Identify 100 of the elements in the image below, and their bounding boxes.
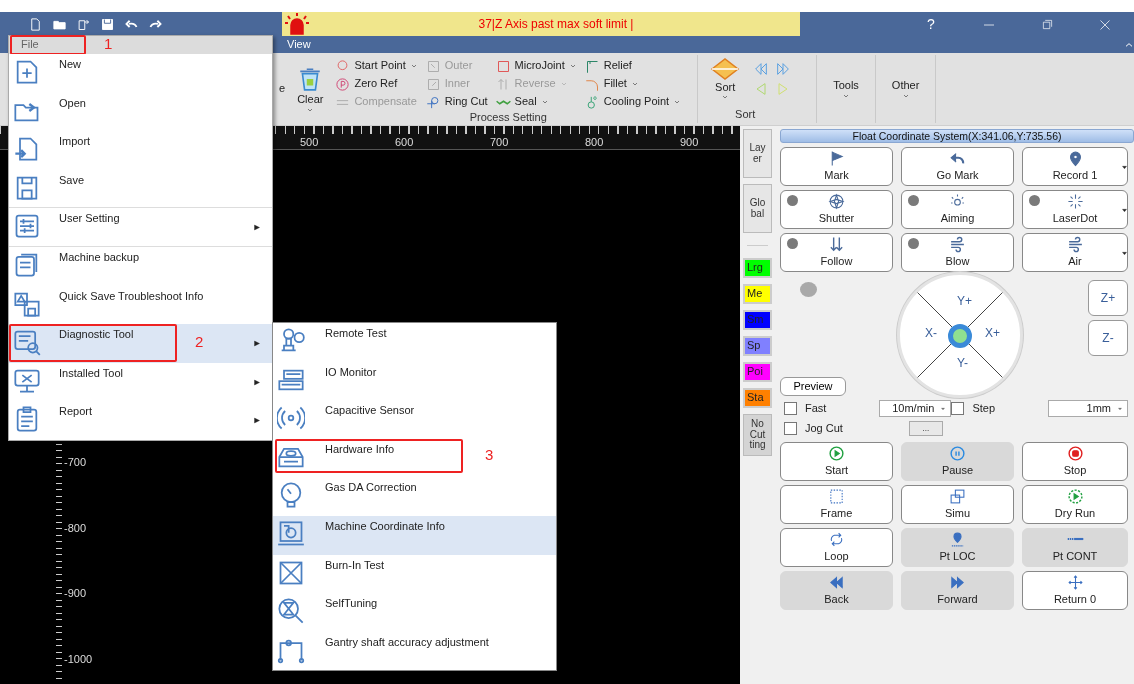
tool-button[interactable]: Ring Cut xyxy=(425,93,488,111)
return-arrow-icon xyxy=(949,150,966,167)
file-menu-tab[interactable]: File xyxy=(21,38,39,52)
control-button[interactable]: Go Mark xyxy=(901,147,1014,186)
diamond-icon xyxy=(710,57,741,81)
control-button[interactable]: Return 0 xyxy=(1022,571,1128,610)
other-button[interactable]: Other xyxy=(875,53,936,125)
tool-button[interactable]: Zero Ref xyxy=(335,75,418,93)
step-dropdown[interactable]: 1mm xyxy=(1048,400,1128,417)
speed-dropdown[interactable]: 10m/min xyxy=(879,400,952,417)
side-tab[interactable]: Global xyxy=(743,184,772,233)
jog-button[interactable]: X+ xyxy=(985,327,1000,339)
jog-button[interactable]: X- xyxy=(925,327,937,339)
caret-icon xyxy=(940,406,947,411)
dashed-square-icon xyxy=(828,488,845,505)
dashed-play-circle-icon xyxy=(1066,488,1084,505)
control-button[interactable]: Mark xyxy=(780,147,893,186)
cutting-status: No Cutting xyxy=(743,414,772,456)
ribbon-label: e xyxy=(279,82,286,96)
control-button[interactable]: Aiming xyxy=(901,190,1014,229)
preview-button[interactable]: Preview xyxy=(780,376,846,396)
tool-button[interactable]: Fillet xyxy=(584,75,682,93)
status-lamp xyxy=(908,195,919,206)
tool-button[interactable]: Seal xyxy=(495,93,577,111)
menu-item[interactable]: Import xyxy=(9,131,272,170)
more-button[interactable]: ... xyxy=(908,421,943,436)
control-button[interactable]: Air xyxy=(1022,233,1128,272)
control-button[interactable]: Loop xyxy=(780,528,893,567)
caret-icon xyxy=(1117,406,1123,411)
menu-item[interactable]: New xyxy=(9,54,272,93)
clear-button[interactable]: Clear xyxy=(293,53,328,125)
submenu-arrow-icon xyxy=(254,224,260,232)
hourglass-magnifier-icon xyxy=(277,597,305,626)
control-button[interactable]: Frame xyxy=(780,485,893,524)
menu-item[interactable]: Machine Coordinate Info xyxy=(273,515,556,555)
callout-number: 3 xyxy=(485,445,494,464)
menu-item[interactable]: User Setting xyxy=(9,208,272,247)
menu-item[interactable]: Diagnostic Tool 2 xyxy=(9,324,272,363)
control-button[interactable]: Shutter xyxy=(780,190,893,229)
control-button[interactable]: Blow xyxy=(901,233,1014,272)
control-button[interactable]: Follow xyxy=(780,233,893,272)
layer-tag[interactable]: Sp xyxy=(743,336,772,356)
layer-tag[interactable]: Sta xyxy=(743,388,772,408)
caret-icon xyxy=(721,94,730,101)
control-button[interactable]: Stop xyxy=(1022,442,1128,481)
jog-button[interactable]: Y- xyxy=(957,357,968,369)
checkbox[interactable] xyxy=(784,402,797,415)
control-button[interactable]: Dry Run xyxy=(1022,485,1128,524)
wind-icon xyxy=(949,236,966,253)
menu-item[interactable]: Installed Tool xyxy=(9,362,272,402)
caret-icon xyxy=(842,92,850,99)
status-lamp xyxy=(787,238,798,249)
tools-button[interactable]: Tools xyxy=(817,53,875,125)
checkbox[interactable] xyxy=(951,402,965,415)
fast-forward-icon xyxy=(949,574,966,591)
menu-item[interactable]: Report xyxy=(9,401,272,440)
tool-button[interactable]: Cooling Point xyxy=(584,93,682,111)
control-button[interactable]: Start xyxy=(780,442,893,481)
checkbox[interactable] xyxy=(784,422,797,435)
caret-icon xyxy=(540,99,549,105)
layer-tag[interactable]: Lrg xyxy=(743,258,772,278)
caret-icon xyxy=(409,63,418,69)
callout-number: 2 xyxy=(195,333,204,352)
menu-item[interactable]: Machine backup xyxy=(9,246,272,286)
z-down-button[interactable]: Z- xyxy=(1088,320,1128,356)
document-icon[interactable] xyxy=(28,16,43,32)
tool-button[interactable]: Start Point xyxy=(335,57,418,75)
z-up-button[interactable]: Z+ xyxy=(1088,280,1128,316)
wind-icon xyxy=(1066,236,1084,253)
circled-letter-icon xyxy=(335,76,351,92)
ruler-label: -800 xyxy=(64,521,87,535)
menu-item[interactable]: Open xyxy=(9,92,272,132)
layer-tag[interactable]: Me xyxy=(743,284,772,304)
tool-button[interactable]: Relief xyxy=(584,57,682,75)
overlapping-squares-icon xyxy=(949,488,966,505)
ruler-label: 800 xyxy=(585,136,604,150)
side-tab[interactable]: Layer xyxy=(743,129,772,178)
control-button[interactable]: Record 1 xyxy=(1022,147,1128,186)
step-line-icon xyxy=(584,58,600,74)
group-label: Sort xyxy=(734,107,757,122)
menu-item[interactable]: Save xyxy=(9,169,272,209)
caret-icon xyxy=(1121,251,1128,256)
control-button[interactable]: LaserDot xyxy=(1022,190,1128,229)
save-icon[interactable] xyxy=(100,16,115,32)
control-button[interactable]: Simu xyxy=(901,485,1014,524)
menu-item[interactable]: Quick Save Troubleshoot Info xyxy=(9,285,272,325)
alarm-light-icon xyxy=(282,12,312,36)
jog-button[interactable]: Y+ xyxy=(957,295,972,307)
submenu-arrow-icon xyxy=(254,340,260,348)
sort-button[interactable]: Sort xyxy=(706,57,745,101)
view-menu-tab[interactable]: View xyxy=(287,37,311,52)
collapse-icon[interactable] xyxy=(1124,40,1134,49)
document-magnifier-icon xyxy=(13,328,41,357)
coordinate-dropdown[interactable]: Float Coordinate System(X:341.06,Y:735.56) xyxy=(780,129,1134,143)
caret-icon xyxy=(1121,208,1128,213)
tool-button[interactable]: MicroJoint xyxy=(495,57,577,75)
layer-tag[interactable]: Poi xyxy=(743,362,772,382)
dashed-line-icon xyxy=(1066,537,1084,541)
help-button[interactable]: ? xyxy=(902,15,960,33)
center-button[interactable] xyxy=(948,324,972,348)
